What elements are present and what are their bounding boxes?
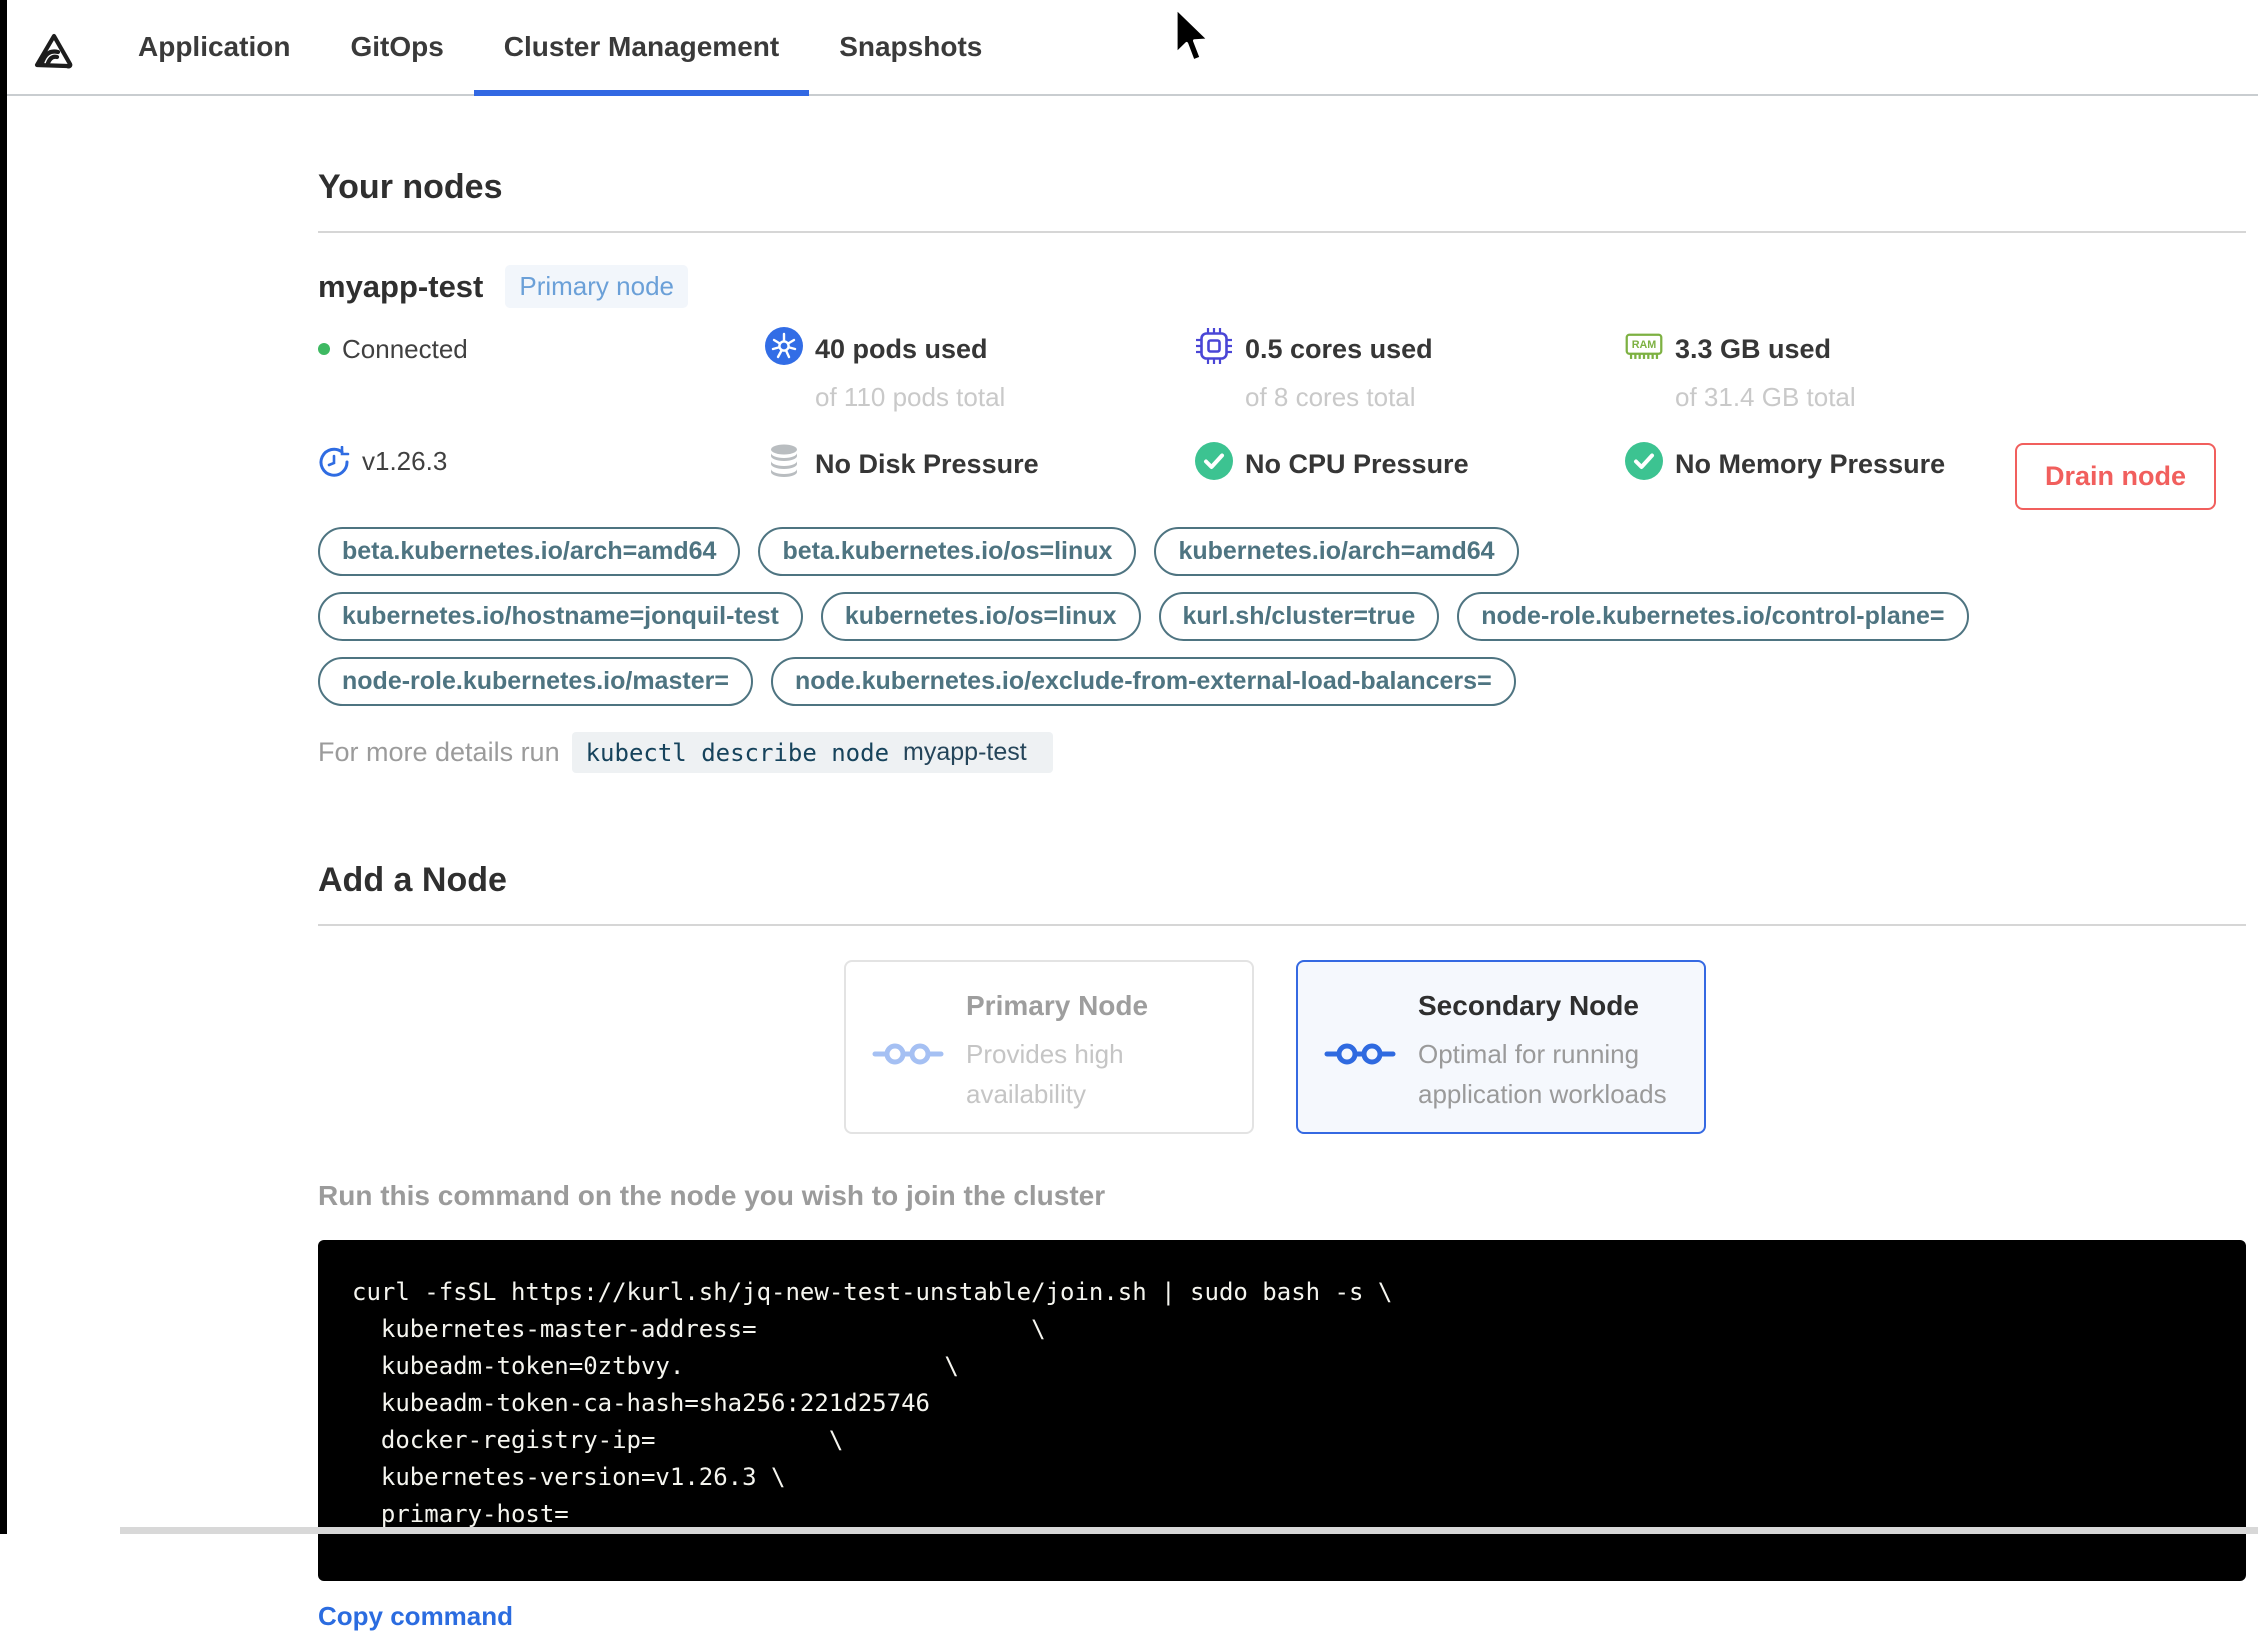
command-line: kubeadm-token=0ztbvy. \ (352, 1352, 959, 1380)
node-label-pill: kubernetes.io/arch=amd64 (1154, 527, 1519, 576)
kubernetes-pods-icon (765, 327, 803, 365)
command-line: curl -fsSL https://kurl.sh/jq-new-test-u… (352, 1278, 1393, 1306)
memory-total-label: of 31.4 GB total (1675, 382, 1856, 412)
nav-tabs: Application GitOps Cluster Management Sn… (108, 0, 1012, 96)
cores-used-label: 0.5 cores used (1245, 334, 1433, 364)
app-logo-icon (34, 33, 73, 69)
details-line: For more details run kubectl describe no… (318, 732, 2246, 773)
node-labels: beta.kubernetes.io/arch=amd64 beta.kuber… (318, 527, 2018, 706)
cpu-pressure: No CPU Pressure (1195, 442, 1625, 483)
ram-icon: RAM (1625, 333, 1663, 359)
describe-command-chip: kubectl describe node myapp-test (571, 732, 1053, 773)
drain-node-button[interactable]: Drain node (2014, 443, 2216, 510)
node-type-options: Primary Node Provides high availability … (844, 960, 2246, 1134)
copy-command-link[interactable]: Copy command (318, 1601, 513, 1632)
nodes-icon (1324, 1043, 1396, 1065)
memory-pressure-label: No Memory Pressure (1675, 449, 1946, 479)
command-line: kubernetes-master-address= \ (352, 1315, 1046, 1343)
command-line: kubeadm-token-ca-hash=sha256:221d25746 (352, 1389, 930, 1417)
tab-application-label: Application (138, 31, 291, 62)
secondary-node-option-desc: Optimal for running application workload… (1418, 1039, 1667, 1110)
describe-command: kubectl describe node (585, 738, 890, 767)
node-label-pill: kubernetes.io/hostname=jonquil-test (318, 592, 803, 641)
tab-gitops-label: GitOps (350, 31, 444, 62)
primary-node-option[interactable]: Primary Node Provides high availability (844, 960, 1254, 1134)
nodes-icon (872, 1043, 944, 1065)
connected-dot-icon (318, 343, 330, 355)
primary-node-badge: Primary node (505, 265, 688, 308)
pods-total-label: of 110 pods total (815, 382, 1006, 412)
node-label-pill: node-role.kubernetes.io/master= (318, 657, 753, 706)
node-status: Connected (318, 330, 765, 368)
node-label-pill: kubernetes.io/os=linux (820, 592, 1141, 641)
disk-pressure-label: No Disk Pressure (815, 449, 1039, 479)
describe-command-node: myapp-test (903, 738, 1027, 766)
top-nav: Application GitOps Cluster Management Sn… (0, 0, 2258, 96)
primary-node-option-desc: Provides high availability (966, 1039, 1124, 1110)
svg-text:RAM: RAM (1632, 339, 1657, 351)
node-name: myapp-test (318, 268, 484, 304)
join-instruction: Run this command on the node you wish to… (318, 1180, 1106, 1211)
tab-cluster-management-label: Cluster Management (503, 31, 780, 62)
node-card: myapp-test Primary node Connected 40 pod… (318, 265, 2246, 773)
node-label-pill: kurl.sh/cluster=true (1158, 592, 1440, 641)
command-line: docker-registry-ip= \ (352, 1426, 844, 1454)
add-node-title: Add a Node (318, 861, 507, 899)
version-icon (319, 446, 350, 477)
window-bottom-edge (120, 1527, 2258, 1534)
node-status-label: Connected (342, 334, 468, 364)
pods-stat: 40 pods used (765, 327, 1195, 368)
tab-cluster-management[interactable]: Cluster Management (473, 0, 810, 96)
node-label-pill: beta.kubernetes.io/arch=amd64 (318, 527, 741, 576)
tab-application[interactable]: Application (108, 0, 320, 94)
command-line: kubernetes-version=v1.26.3 \ (352, 1463, 786, 1491)
node-version-label: v1.26.3 (362, 446, 448, 476)
memory-used-label: 3.3 GB used (1675, 334, 1832, 364)
tab-snapshots-label: Snapshots (839, 31, 983, 62)
your-nodes-title: Your nodes (318, 168, 503, 206)
disk-icon (771, 444, 797, 477)
cores-total-label: of 8 cores total (1245, 382, 1416, 412)
check-circle-icon (1625, 442, 1663, 480)
secondary-node-option-title: Secondary Node (1418, 990, 1639, 1021)
pods-used-label: 40 pods used (815, 334, 988, 364)
tab-snapshots[interactable]: Snapshots (809, 0, 1012, 94)
tab-gitops[interactable]: GitOps (320, 0, 473, 94)
cpu-pressure-label: No CPU Pressure (1245, 449, 1469, 479)
primary-node-option-title: Primary Node (966, 990, 1149, 1021)
node-label-pill: node-role.kubernetes.io/control-plane= (1457, 592, 1969, 641)
memory-stat: RAM 3.3 GB used (1625, 330, 2246, 368)
window-left-edge (0, 0, 7, 1534)
section-divider (318, 924, 2246, 926)
disk-pressure: No Disk Pressure (765, 444, 1195, 483)
section-divider (318, 231, 2246, 233)
cores-stat: 0.5 cores used (1195, 328, 1625, 368)
check-circle-icon (1195, 442, 1233, 480)
details-prefix: For more details run (318, 737, 560, 767)
secondary-node-option[interactable]: Secondary Node Optimal for running appli… (1296, 960, 1706, 1134)
main-content: Your nodes myapp-test Primary node Conne… (318, 96, 2246, 1632)
node-version: v1.26.3 (318, 445, 765, 478)
node-label-pill: node.kubernetes.io/exclude-from-external… (770, 657, 1516, 706)
node-label-pill: beta.kubernetes.io/os=linux (758, 527, 1137, 576)
cpu-icon (1196, 328, 1232, 364)
